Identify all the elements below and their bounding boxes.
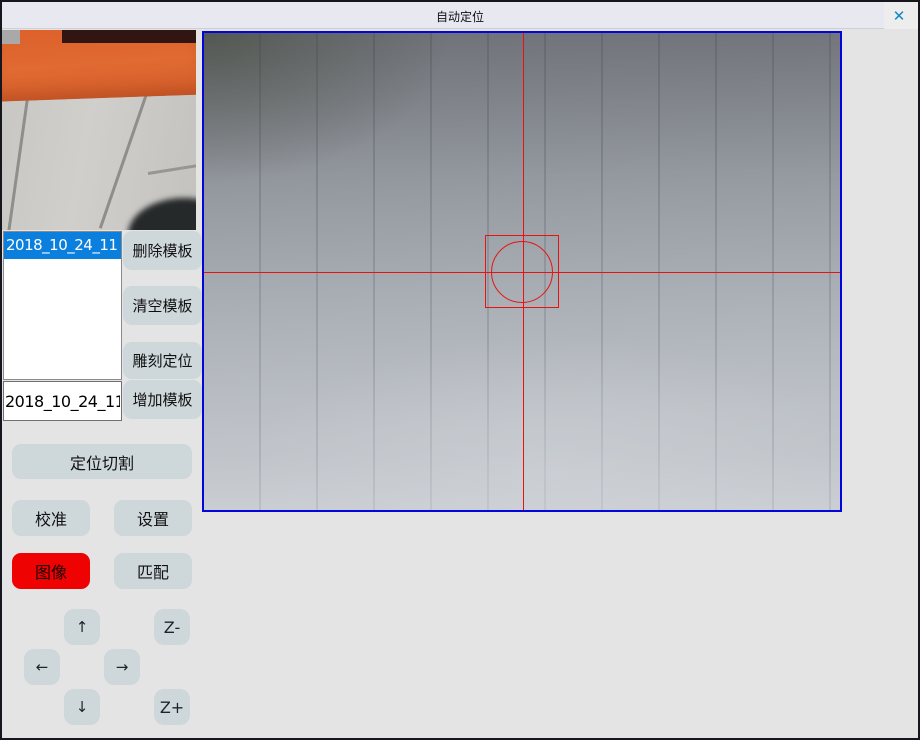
template-match-circle [491, 241, 553, 303]
jog-left-button[interactable]: ← [24, 649, 60, 685]
template-list[interactable]: 2018_10_24_11 [3, 231, 122, 380]
add-template-button[interactable]: 增加模板 [123, 380, 202, 419]
close-icon[interactable]: ✕ [889, 6, 909, 26]
image-button-active[interactable]: 图像 [12, 553, 90, 589]
window-title: 自动定位 [2, 8, 918, 25]
template-name-input[interactable] [3, 381, 122, 421]
preview-tile-grout-line [148, 164, 196, 175]
preview-tile-grout-line [7, 98, 29, 230]
template-preview-image [2, 30, 196, 230]
camera-viewport[interactable] [202, 31, 842, 512]
preview-tile-grout-line [99, 94, 148, 229]
engrave-position-button[interactable]: 雕刻定位 [123, 342, 202, 379]
preview-dark-strip [62, 30, 196, 43]
preview-dark-object [128, 198, 196, 230]
jog-up-button[interactable]: ↑ [64, 609, 100, 645]
match-button[interactable]: 匹配 [114, 553, 192, 589]
jog-z-minus-button[interactable]: Z- [154, 609, 190, 645]
jog-right-button[interactable]: → [104, 649, 140, 685]
template-list-item[interactable]: 2018_10_24_11 [4, 232, 121, 259]
jog-down-button[interactable]: ↓ [64, 689, 100, 725]
position-cut-button[interactable]: 定位切割 [12, 444, 192, 479]
calibrate-button[interactable]: 校准 [12, 500, 90, 536]
settings-button[interactable]: 设置 [114, 500, 192, 536]
auto-position-dialog: 自动定位 ✕ 2018_10_24_11 删除模板 清空模板 雕刻定位 增加模板… [0, 0, 920, 740]
jog-z-plus-button[interactable]: Z+ [154, 689, 190, 725]
preview-gray-patch [2, 30, 20, 44]
delete-template-button[interactable]: 删除模板 [123, 231, 202, 270]
clear-templates-button[interactable]: 清空模板 [123, 286, 202, 325]
titlebar: 自动定位 ✕ [2, 2, 918, 29]
